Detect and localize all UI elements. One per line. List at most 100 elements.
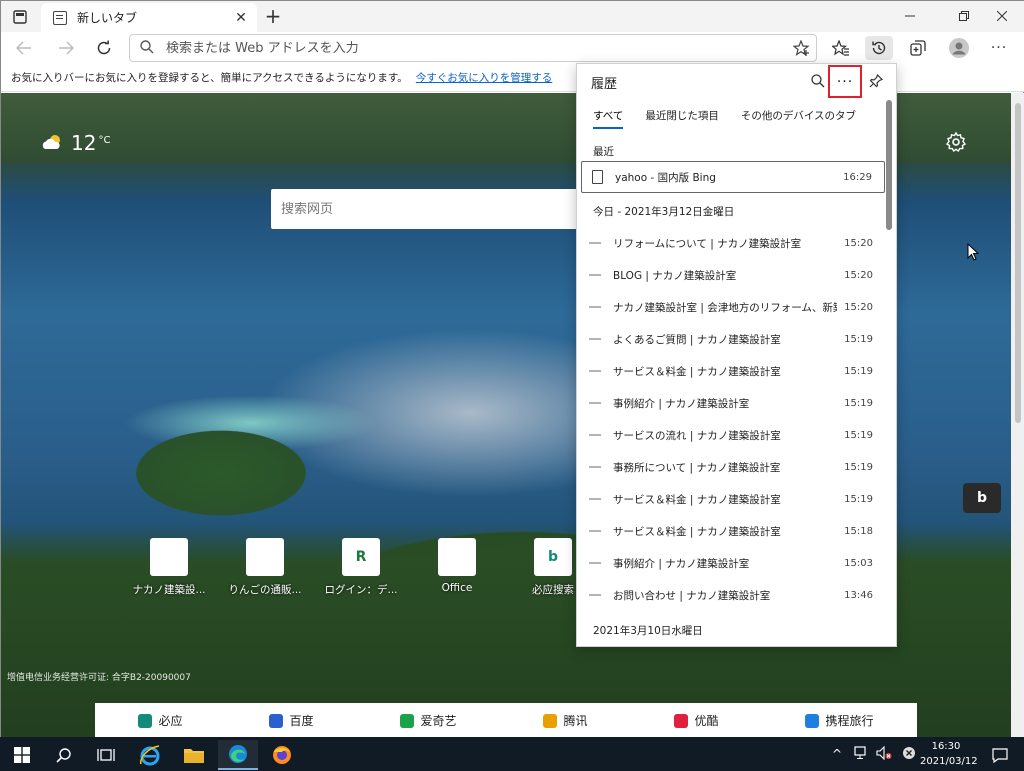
history-item[interactable]: サービスの流れ | ナカノ建築設計室 15:19 [581,419,885,451]
favorites-bar-message: お気に入りバーにお気に入りを登録すると、簡単にアクセスできるようになります。 [11,72,408,84]
firefox-icon[interactable] [262,740,302,770]
tab-title: 新しいタブ [77,11,138,25]
taskbar-search-icon[interactable] [44,740,84,770]
forward-button[interactable] [53,36,79,60]
page-icon [592,170,603,184]
minimize-button[interactable] [887,1,933,31]
history-item[interactable]: 事例紹介 | ナカノ建築設計室 15:03 [581,547,885,579]
file-explorer-icon[interactable] [174,740,214,770]
network-icon[interactable] [854,745,868,763]
history-item[interactable]: ナカノ建築設計室 | 会津地方のリフォーム、新築の設計... 15:20 [581,291,885,323]
partly-cloudy-icon [41,133,65,154]
site-favicon-icon [589,493,603,505]
show-hidden-icons-icon[interactable]: ^ [832,747,842,761]
site-favicon-icon [589,301,603,313]
quick-link-tile[interactable]: R ログイン：デ... [313,538,409,597]
bottom-link[interactable]: 百度 [269,712,314,729]
internet-explorer-icon[interactable] [130,740,170,770]
history-item-label: ナカノ建築設計室 | 会津地方のリフォーム、新築の設計... [613,301,837,314]
task-view-icon[interactable] [86,740,126,770]
history-item-label: サービス＆料金 | ナカノ建築設計室 [613,525,781,538]
history-item[interactable]: お問い合わせ | ナカノ建築設計室 13:46 [581,579,885,611]
start-button[interactable] [2,740,42,770]
history-scrollbar[interactable] [884,98,894,646]
history-list: yahoo - 国内版 Bing 16:29 今日 - 2021年3月12日金曜… [581,161,885,645]
bottom-link-label: 百度 [289,714,314,728]
web-search-box[interactable] [271,189,581,229]
bottom-link-label: 必应 [158,714,183,728]
history-item[interactable]: サービス＆料金 | ナカノ建築設計室 15:19 [581,355,885,387]
tab-new-tab[interactable]: 新しいタブ ✕ [41,3,257,32]
history-item-label: 事例紹介 | ナカノ建築設計室 [613,557,750,570]
site-favicon-icon [589,333,603,345]
status-error-icon[interactable] [902,746,916,763]
history-tab-other-devices[interactable]: その他のデバイスのタブ [741,108,856,129]
page-settings-gear-icon[interactable] [945,131,967,153]
history-search-icon[interactable] [807,70,829,92]
favorites-icon[interactable] [827,36,855,60]
history-section-recent: 最近 [593,146,614,158]
bottom-link[interactable]: 必应 [138,712,183,729]
bottom-link[interactable]: 腾讯 [543,712,588,729]
history-item[interactable]: 事務所について | ナカノ建築設計室 15:19 [581,451,885,483]
clock-time: 16:30 [931,741,961,752]
quick-links: ナカノ建築設... りんごの通販... R ログイン：デ... Office b 必应搜索 [121,538,601,597]
history-item[interactable]: サービス＆料金 | ナカノ建築設計室 15:18 [581,515,885,547]
notifications-icon[interactable] [980,740,1020,770]
taskbar-clock[interactable]: 16:30 2021/03/12 [920,739,978,769]
back-button[interactable] [11,36,37,60]
history-section-today-wrap: 今日 - 2021年3月12日金曜日 [581,193,885,227]
quick-link-label: ログイン：デ... [324,584,398,596]
history-item-label: お問い合わせ | ナカノ建築設計室 [613,589,771,602]
history-item[interactable]: サービス＆料金 | ナカノ建築設計室 15:19 [581,483,885,515]
profile-avatar[interactable] [945,36,973,60]
history-more-options-button[interactable]: ··· [828,65,862,98]
address-bar[interactable] [129,34,817,62]
quick-link-label: りんごの通販... [228,584,302,596]
add-favorite-icon[interactable] [788,40,816,56]
bottom-link[interactable]: 携程旅行 [805,712,874,729]
mouse-cursor-icon [967,242,980,261]
history-item-recent[interactable]: yahoo - 国内版 Bing 16:29 [581,161,885,193]
history-scrollbar-thumb[interactable] [886,100,892,230]
site-favicon-icon [589,365,603,377]
history-item[interactable]: リフォームについて | ナカノ建築設計室 15:20 [581,227,885,259]
bing-chat-button[interactable]: b [963,483,1001,513]
quick-link-icon: R [342,538,380,576]
quick-link-label: Office [441,582,473,594]
address-input[interactable] [166,40,788,56]
history-item-label: サービスの流れ | ナカノ建築設計室 [613,429,781,442]
history-tab-recently-closed[interactable]: 最近閉じた項目 [645,108,719,129]
history-item[interactable]: BLOG | ナカノ建築設計室 15:20 [581,259,885,291]
volume-muted-icon[interactable] [876,745,892,763]
manage-favorites-link[interactable]: 今すぐお気に入りを管理する [416,70,553,85]
quick-link-icon: b [534,538,572,576]
collections-icon[interactable] [904,36,932,60]
history-item-label: yahoo - 国内版 Bing [615,171,716,184]
tab-actions-icon[interactable] [9,7,31,27]
license-text: 增值电信业务经营许可证: 合字B2-20090007 [7,673,191,683]
settings-more-icon[interactable]: ··· [985,36,1013,60]
close-tab-icon[interactable]: ✕ [233,10,249,26]
web-search-input[interactable] [281,201,571,217]
bottom-link[interactable]: 爱奇艺 [400,712,457,729]
history-icon[interactable] [865,36,893,60]
bottom-link[interactable]: 优酷 [674,712,719,729]
quick-link-tile[interactable]: Office [409,538,505,597]
history-item-label: サービス＆料金 | ナカノ建築設計室 [613,365,781,378]
quick-link-tile[interactable]: ナカノ建築設... [121,538,217,597]
pin-icon[interactable] [865,70,887,92]
history-item-time: 15:20 [844,301,873,313]
edge-browser-icon[interactable] [218,740,258,770]
history-tab-all[interactable]: すべて [593,108,624,129]
new-tab-button[interactable]: + [263,5,283,27]
page-scrollbar[interactable] [1011,93,1024,738]
close-window-button[interactable] [979,1,1024,31]
refresh-button[interactable] [91,36,117,60]
history-item[interactable]: よくあるご質問 | ナカノ建築設計室 15:19 [581,323,885,355]
history-item[interactable]: 事例紹介 | ナカノ建築設計室 15:19 [581,387,885,419]
weather-widget[interactable]: 12 °C [41,131,110,155]
page-scrollbar-thumb[interactable] [1015,103,1021,423]
bottom-link-label: 爱奇艺 [420,714,457,728]
quick-link-tile[interactable]: りんごの通販... [217,538,313,597]
